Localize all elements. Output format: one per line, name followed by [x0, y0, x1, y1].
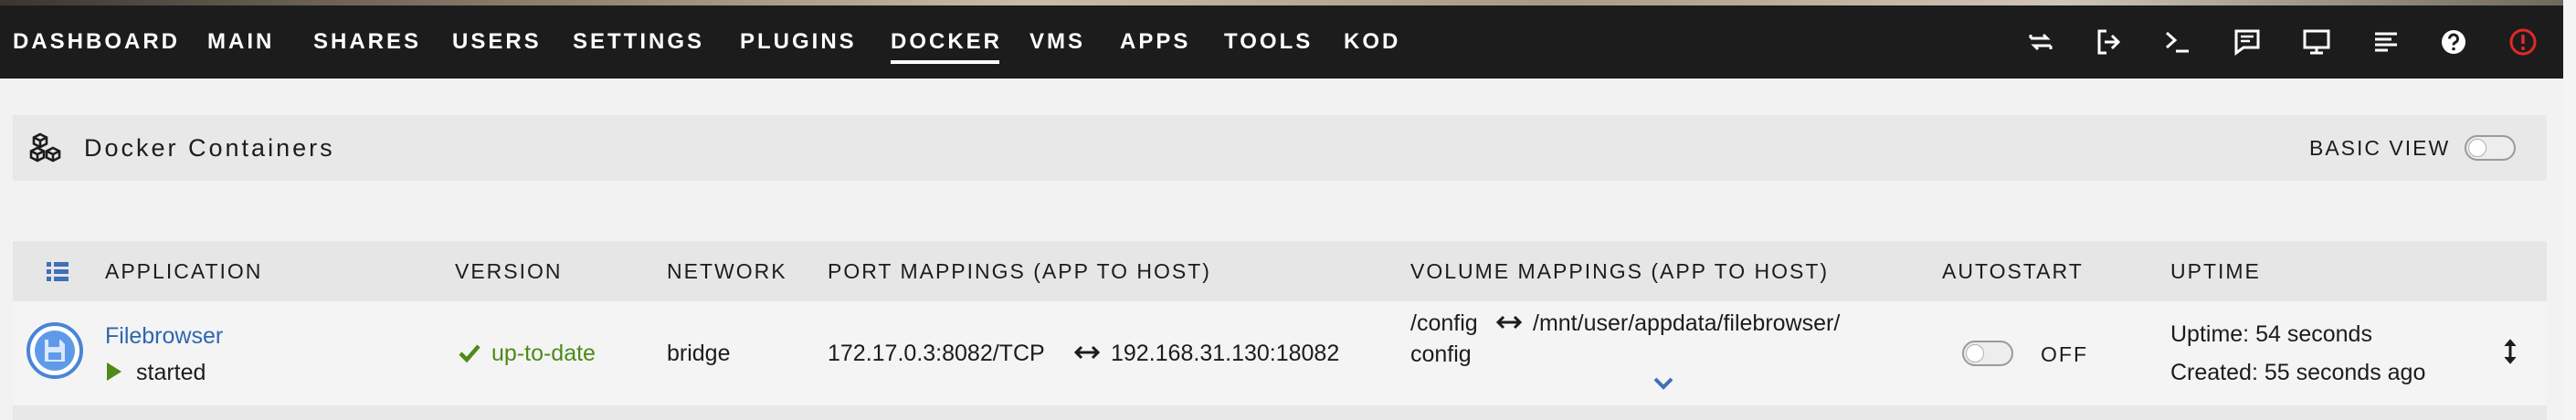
logout-icon[interactable] — [2092, 26, 2125, 58]
cubes-icon — [29, 131, 64, 164]
nav-users[interactable]: USERS — [452, 5, 542, 79]
created-value: Created: 55 seconds ago — [2170, 360, 2426, 385]
nav-shares[interactable]: SHARES — [313, 5, 421, 79]
volume-app: /config — [1410, 310, 1478, 336]
help-icon[interactable] — [2437, 26, 2470, 58]
autostart-toggle[interactable] — [1962, 341, 2013, 366]
volume-host: /mnt/user/appdata/filebrowser/ — [1533, 310, 1841, 336]
app-icon[interactable] — [26, 321, 84, 380]
chevron-down-icon[interactable] — [1652, 376, 1674, 391]
port-app: 172.17.0.3:8082/TCP — [828, 341, 1045, 366]
list-view-icon[interactable] — [46, 259, 69, 283]
nav-main[interactable]: MAIN — [207, 5, 274, 79]
refresh-icon[interactable] — [2024, 26, 2057, 58]
toggle-knob — [2468, 139, 2486, 157]
basic-view-toggle[interactable] — [2465, 135, 2516, 161]
double-arrow-icon — [1073, 345, 1101, 360]
drag-handle-icon[interactable] — [2503, 338, 2518, 365]
version-status: up-to-date — [491, 341, 596, 366]
table-header: APPLICATION VERSION NETWORK PORT MAPPING… — [13, 241, 2547, 301]
notification-alert-icon[interactable] — [2507, 26, 2539, 58]
port-host: 192.168.31.130:18082 — [1111, 341, 1340, 366]
nav-docker[interactable]: DOCKER — [891, 5, 1002, 79]
nav-kod[interactable]: KOD — [1344, 5, 1400, 79]
toggle-knob — [1966, 344, 1984, 362]
uptime-value: Uptime: 54 seconds — [2170, 321, 2372, 347]
next-row-partial — [13, 405, 2547, 420]
docker-containers-header: Docker Containers BASIC VIEW — [13, 115, 2547, 181]
col-port-mappings: PORT MAPPINGS (APP TO HOST) — [828, 259, 1211, 283]
network-value: bridge — [667, 341, 731, 366]
nav-apps[interactable]: APPS — [1120, 5, 1190, 79]
play-icon — [106, 362, 122, 382]
autostart-label: OFF — [2041, 342, 2088, 366]
nav-docker-label: DOCKER — [891, 29, 1003, 54]
container-status: started — [136, 360, 206, 385]
col-autostart: AUTOSTART — [1942, 259, 2084, 283]
app-name-link[interactable]: Filebrowser — [105, 323, 223, 350]
check-icon — [459, 343, 480, 363]
nav-plugins[interactable]: PLUGINS — [740, 5, 857, 79]
monitor-icon[interactable] — [2300, 26, 2333, 58]
feedback-icon[interactable] — [2231, 26, 2264, 58]
active-tab-underline — [891, 60, 1000, 64]
page-scrollbar[interactable] — [2563, 0, 2576, 420]
table-row: Filebrowser started up-to-date bridge 17… — [13, 301, 2547, 405]
nav-dashboard[interactable]: DASHBOARD — [13, 5, 180, 79]
nav-settings[interactable]: SETTINGS — [573, 5, 704, 79]
col-uptime: UPTIME — [2170, 259, 2261, 283]
col-version: VERSION — [455, 259, 563, 283]
col-application: APPLICATION — [105, 259, 263, 283]
terminal-icon[interactable] — [2161, 26, 2194, 58]
volume-host-continued: config — [1410, 341, 1472, 367]
nav-tools[interactable]: TOOLS — [1224, 5, 1313, 79]
page-title: Docker Containers — [84, 134, 335, 162]
double-arrow-icon — [1495, 315, 1523, 330]
nav-vms[interactable]: VMS — [1029, 5, 1085, 79]
col-network: NETWORK — [667, 259, 787, 283]
col-volume-mappings: VOLUME MAPPINGS (APP TO HOST) — [1410, 259, 1830, 283]
main-navbar: DASHBOARD MAIN SHARES USERS SETTINGS PLU… — [0, 5, 2576, 79]
log-icon[interactable] — [2370, 26, 2402, 58]
basic-view-label: BASIC VIEW — [2309, 136, 2451, 160]
